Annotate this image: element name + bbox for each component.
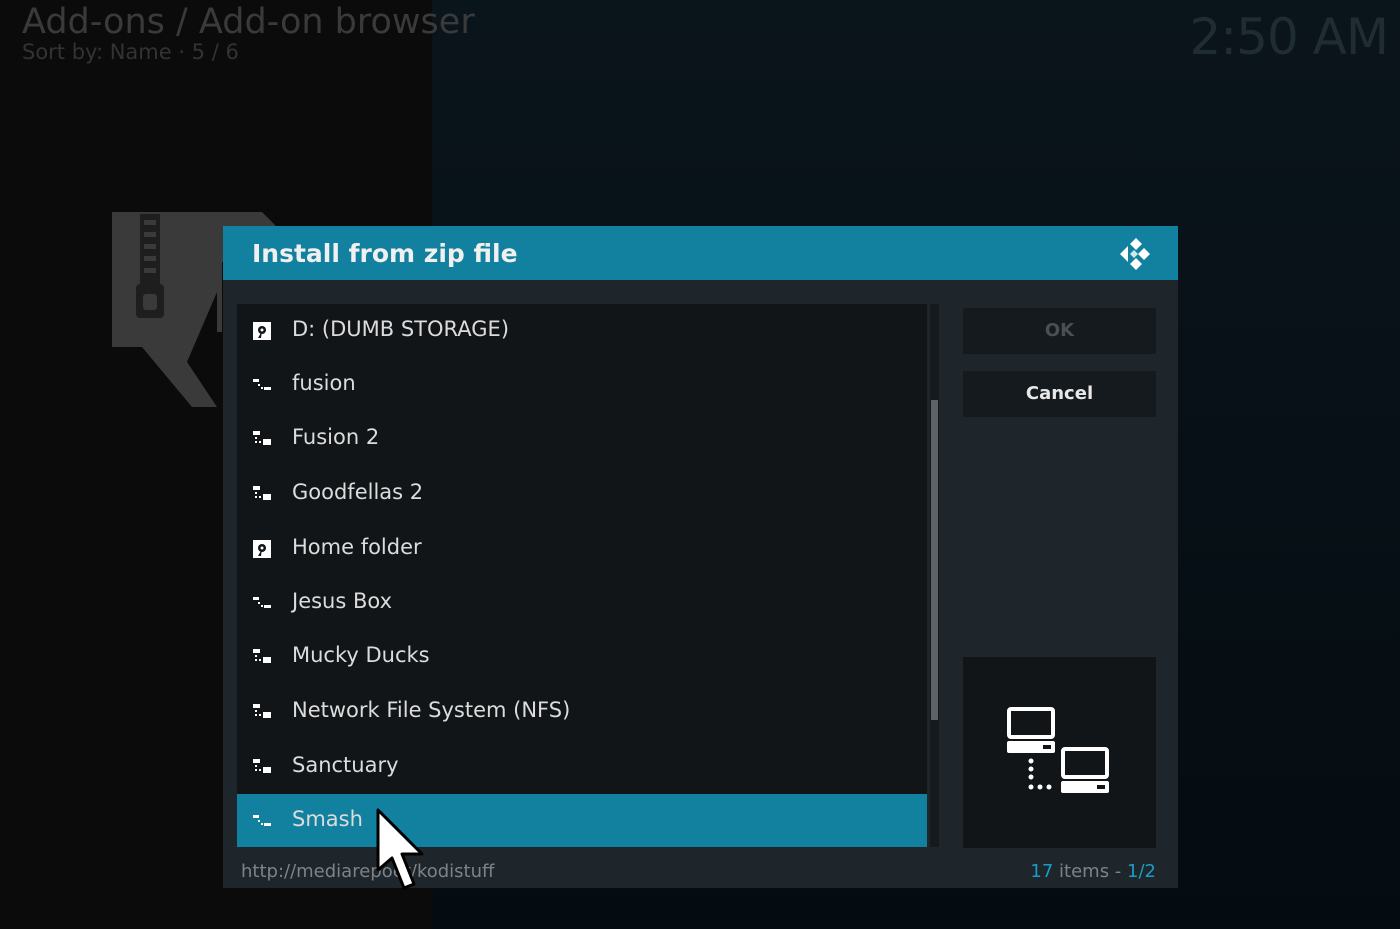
network-computers-icon: [1007, 707, 1109, 793]
list-item-label: Jesus Box: [292, 589, 393, 613]
list-item-label: D: (DUMB STORAGE): [292, 317, 510, 341]
preview-panel: [963, 657, 1156, 848]
list-scrollbar[interactable]: [930, 304, 939, 847]
list-item-selected[interactable]: Smash: [237, 794, 927, 847]
list-item-label: Home folder: [292, 535, 422, 559]
list-item[interactable]: D: (DUMB STORAGE): [237, 304, 927, 357]
list-item[interactable]: Sanctuary: [237, 740, 927, 793]
network-source-icon: [253, 597, 271, 608]
list-item[interactable]: fusion: [237, 358, 927, 411]
ok-button[interactable]: OK: [963, 308, 1156, 354]
source-list: D: (DUMB STORAGE) fusion Fusion 2 Goodfe…: [237, 304, 927, 847]
cancel-button[interactable]: Cancel: [963, 371, 1156, 417]
item-count-text: items -: [1053, 861, 1128, 882]
sort-info: Sort by: Name · 5 / 6: [22, 40, 239, 64]
page-indicator: 1/2: [1127, 861, 1156, 882]
network-source-icon: [253, 379, 271, 390]
list-item[interactable]: Fusion 2: [237, 412, 927, 465]
path-prefix: http://mediare: [241, 861, 371, 882]
list-item-label: Mucky Ducks: [292, 643, 430, 667]
list-item-label: fusion: [292, 371, 356, 395]
mouse-pointer-icon: [376, 808, 424, 890]
list-item-label: Sanctuary: [292, 753, 399, 777]
list-item-label: Goodfellas 2: [292, 480, 424, 504]
item-count: 17 items - 1/2: [1030, 861, 1156, 882]
list-item[interactable]: Jesus Box: [237, 576, 927, 629]
install-zip-dialog: Install from zip file D: (DUMB STORAGE): [223, 226, 1178, 888]
list-item-label: Smash: [292, 807, 363, 831]
list-item-label: Network File System (NFS): [292, 698, 571, 722]
network-source-icon: [253, 815, 271, 826]
network-source-icon: [253, 759, 271, 773]
list-item[interactable]: Goodfellas 2: [237, 467, 927, 520]
list-item-label: Fusion 2: [292, 425, 380, 449]
list-item[interactable]: Network File System (NFS): [237, 685, 927, 738]
page-title: Add-ons / Add-on browser: [22, 2, 475, 42]
list-item[interactable]: Home folder: [237, 522, 927, 575]
network-source-icon: [253, 649, 271, 663]
network-source-icon: [253, 431, 271, 445]
list-item[interactable]: Mucky Ducks: [237, 630, 927, 683]
network-source-icon: [253, 704, 271, 718]
dialog-title: Install from zip file: [252, 239, 518, 268]
clock: 2:50 AM: [1189, 8, 1389, 66]
kodi-logo-icon: [1120, 238, 1150, 270]
source-path: http://mediarepoet/kodistuff: [241, 861, 494, 882]
network-source-icon: [253, 486, 271, 500]
drive-icon: [253, 540, 271, 558]
scrollbar-thumb[interactable]: [931, 400, 938, 720]
drive-icon: [253, 322, 271, 340]
dialog-header: Install from zip file: [223, 226, 1178, 280]
item-count-number: 17: [1030, 861, 1054, 882]
